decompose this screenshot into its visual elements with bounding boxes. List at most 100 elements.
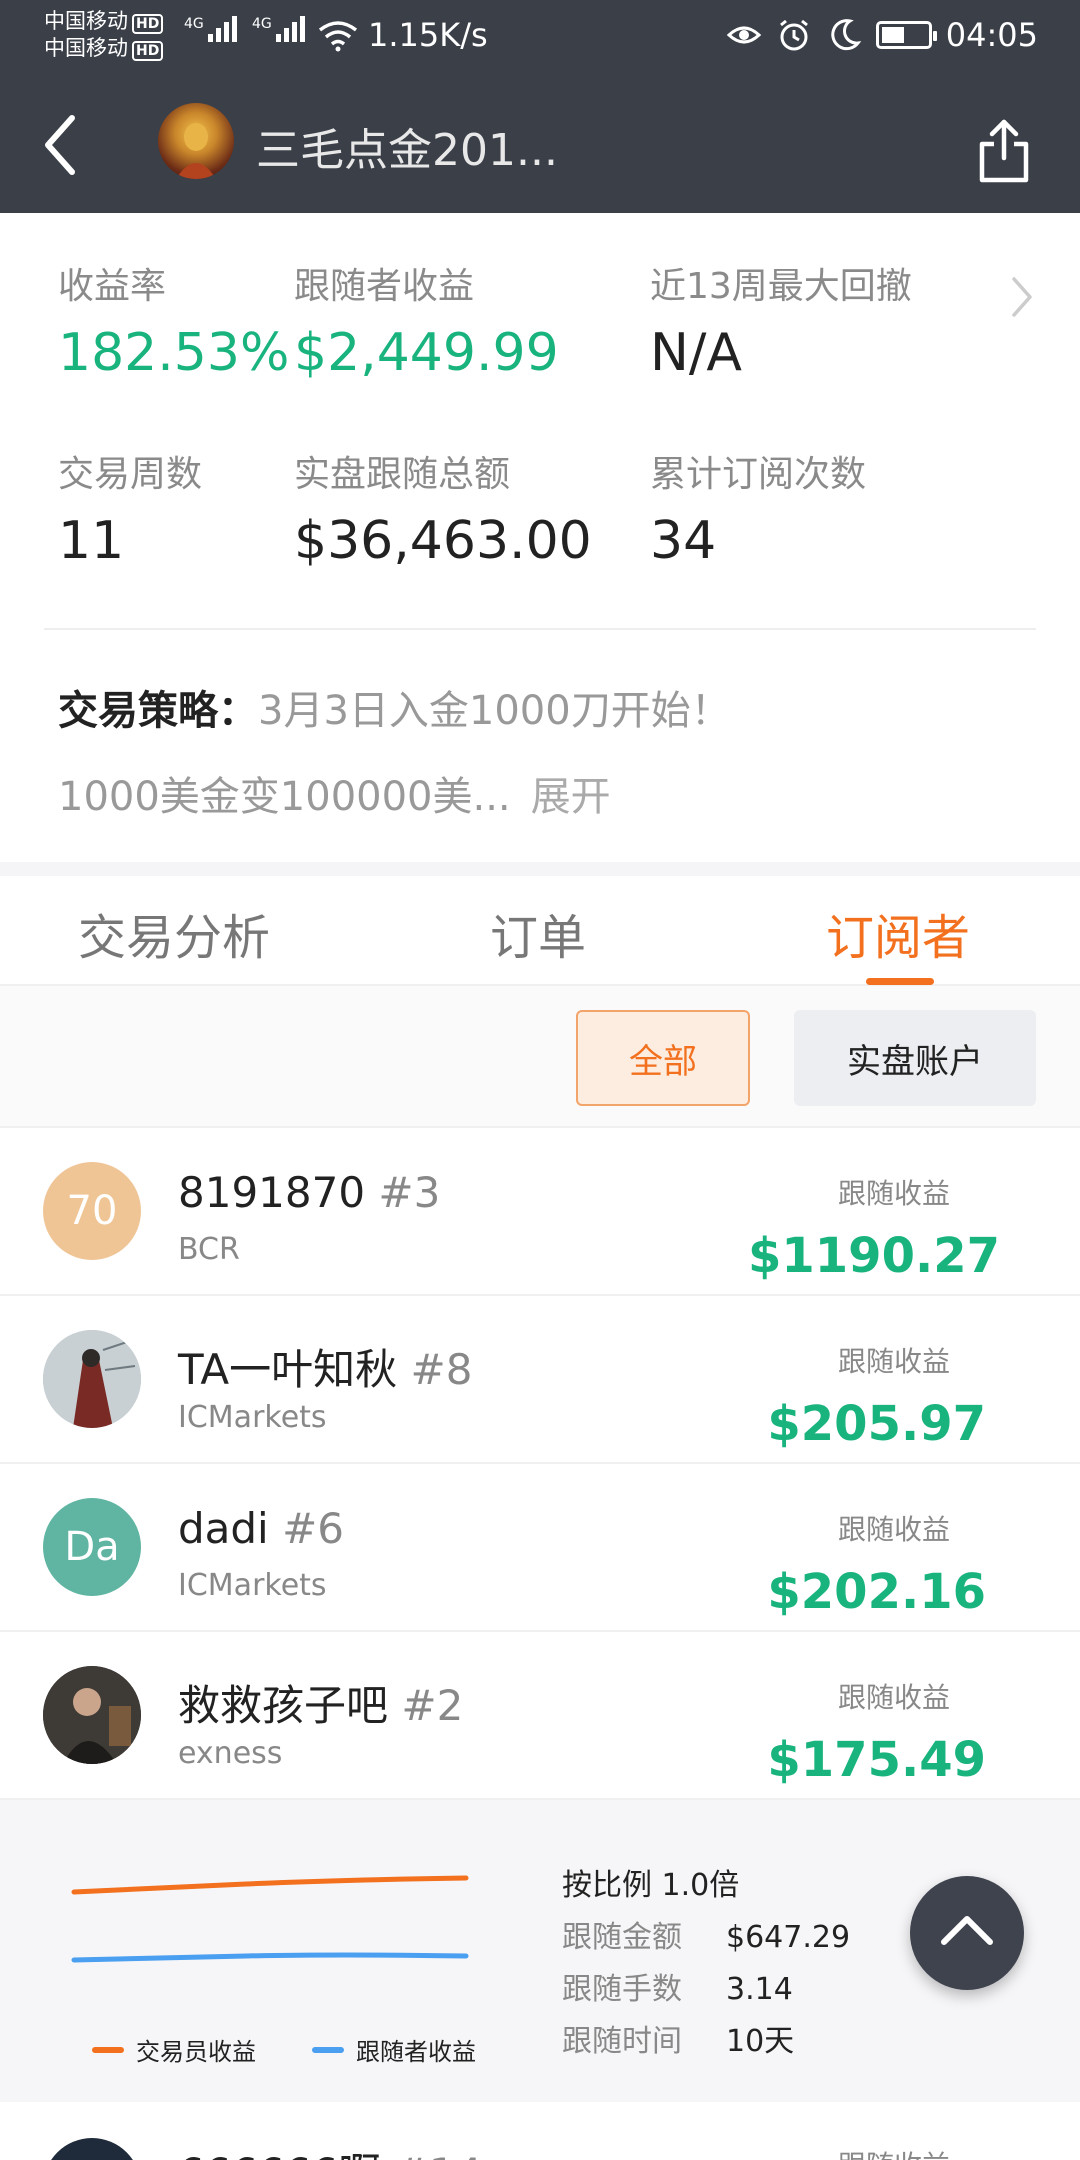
- follower-profit-line: [71, 1952, 469, 1963]
- stat-label: 跟随者收益: [294, 266, 475, 307]
- battery-icon: [875, 21, 937, 49]
- row-label: 跟随金额: [562, 1920, 682, 1955]
- tab-bar: 交易分析 订单 订阅者: [0, 876, 1080, 986]
- carrier-1: 中国移动: [44, 9, 128, 33]
- strategy-line-2: 1000美金变100000美...: [58, 774, 511, 820]
- status-bar: 中国移动 HD 中国移动 HD 4G 4G 1.15K/s 04:05: [0, 0, 1080, 75]
- row-value: 3.14: [726, 1972, 793, 2007]
- stat-value: 11: [58, 511, 125, 571]
- stat-label: 实盘跟随总额: [294, 454, 511, 495]
- legend-label: 交易员收益: [136, 2038, 256, 2066]
- tab-trade-analysis[interactable]: 交易分析: [78, 898, 270, 968]
- subscriber-rank: #3: [378, 1168, 441, 1217]
- avatar: 70: [43, 1162, 141, 1260]
- profit-value: $175.49: [767, 1732, 986, 1788]
- net-tag: 4G: [252, 16, 272, 32]
- stat-real-follow-total: 实盘跟随总额 $36,463.00: [294, 445, 592, 571]
- stat-label: 累计订阅次数: [650, 454, 867, 495]
- profit-label: 跟随收益: [837, 1513, 950, 1546]
- subscriber-name: 8191870 #3: [178, 1168, 440, 1217]
- clock: 04:05: [945, 16, 1038, 54]
- network-speed: 1.15K/s: [368, 16, 488, 54]
- stat-value: N/A: [650, 323, 742, 383]
- chevron-up-icon: [941, 1916, 993, 1945]
- share-icon[interactable]: [978, 118, 1030, 184]
- legend-label: 跟随者收益: [356, 2038, 476, 2066]
- tab-subscribers[interactable]: 订阅者: [826, 898, 970, 968]
- follow-amount-row: 跟随金额 $647.29: [562, 1912, 850, 1956]
- stat-value: $2,449.99: [294, 323, 559, 383]
- profit-label: 跟随收益: [837, 1681, 950, 1714]
- back-arrow-icon[interactable]: [40, 110, 84, 180]
- stat-return-rate: 收益率 182.53%: [58, 257, 289, 383]
- stat-subscriptions: 累计订阅次数 34: [650, 445, 866, 571]
- subscriber-row-partial[interactable]: 666666啊 #14 跟随收益: [0, 2104, 1080, 2160]
- legend-follower: 跟随者收益: [312, 2032, 476, 2067]
- stat-trade-weeks: 交易周数 11: [58, 445, 202, 571]
- stat-label: 收益率: [58, 266, 167, 307]
- stat-label: 交易周数: [58, 454, 203, 495]
- expand-link[interactable]: 展开: [531, 774, 611, 820]
- carrier-info: 中国移动 HD 中国移动 HD: [44, 8, 164, 62]
- row-value: $647.29: [726, 1920, 851, 1955]
- subscriber-name: 救救孩子吧 #2: [178, 1672, 463, 1733]
- strategy-label: 交易策略：: [58, 688, 258, 734]
- wifi-icon: [318, 21, 358, 52]
- trader-avatar[interactable]: [158, 103, 234, 179]
- subscriber-broker: exness: [178, 1736, 283, 1771]
- status-right: 04:05: [726, 16, 1038, 54]
- follow-ratio: 按比例 1.0倍: [562, 1868, 740, 1903]
- subscriber-broker: ICMarkets: [178, 1568, 327, 1603]
- follow-time-row: 跟随时间 10天: [562, 2016, 794, 2060]
- subscriber-broker: BCR: [178, 1232, 240, 1267]
- row-label: 跟随手数: [562, 1972, 682, 2007]
- tab-orders[interactable]: 订单: [490, 898, 586, 968]
- subscriber-rank: #6: [282, 1504, 345, 1553]
- subscriber-rank: #14: [394, 2149, 483, 2160]
- profit-value: $205.97: [767, 1396, 986, 1452]
- filter-real-account-button[interactable]: 实盘账户: [794, 1010, 1036, 1106]
- subscriber-name: TA一叶知秋 #8: [178, 1336, 472, 1397]
- stat-value: 34: [650, 511, 717, 571]
- stat-max-drawdown: 近13周最大回撤 N/A: [650, 257, 912, 383]
- strategy-text: 交易策略：3月3日入金1000刀开始！ 1000美金变100000美... 展开: [58, 668, 1038, 840]
- legend-trader: 交易员收益: [92, 2032, 256, 2067]
- chevron-right-icon[interactable]: [1008, 273, 1036, 321]
- subscriber-row[interactable]: Da dadi #6 ICMarkets 跟随收益 $202.16: [0, 1464, 1080, 1632]
- profit-value: $1190.27: [747, 1228, 1000, 1284]
- scroll-top-button[interactable]: [910, 1876, 1024, 1990]
- subscriber-row[interactable]: TA一叶知秋 #8 ICMarkets 跟随收益 $205.97: [0, 1296, 1080, 1464]
- subscriber-name: dadi #6: [178, 1504, 344, 1553]
- subscriber-rank: #2: [401, 1681, 464, 1730]
- net-tag: 4G: [184, 16, 204, 32]
- mini-profit-chart: [71, 1875, 469, 1963]
- stat-value: $36,463.00: [294, 511, 592, 571]
- row-label: 跟随时间: [562, 2024, 682, 2059]
- stat-value: 182.53%: [58, 323, 290, 383]
- hd-badge: HD: [132, 41, 164, 61]
- legend-swatch: [312, 2046, 344, 2053]
- subscriber-name-text: TA一叶知秋: [178, 1345, 398, 1394]
- subscriber-row[interactable]: 70 8191870 #3 BCR 跟随收益 $1190.27: [0, 1128, 1080, 1296]
- legend-swatch: [92, 2046, 124, 2053]
- row-value: 10天: [726, 2024, 795, 2059]
- eye-icon: [726, 26, 761, 44]
- subscriber-row[interactable]: 救救孩子吧 #2 exness 跟随收益 $175.49: [0, 1632, 1080, 1800]
- subscriber-name-text: 8191870: [178, 1168, 366, 1217]
- divider: [44, 628, 1036, 630]
- trader-title: 三毛点金201...: [256, 125, 558, 176]
- follow-lots-row: 跟随手数 3.14: [562, 1964, 793, 2008]
- subscriber-broker: ICMarkets: [178, 1400, 327, 1435]
- stat-follower-profit: 跟随者收益 $2,449.99: [294, 257, 559, 383]
- stats-panel: 收益率 182.53% 跟随者收益 $2,449.99 近13周最大回撤 N/A…: [0, 213, 1080, 863]
- tab-indicator: [866, 978, 934, 985]
- signal-2-icon: 4G: [252, 16, 308, 42]
- subscriber-name-text: dadi: [178, 1504, 269, 1553]
- avatar: [43, 1330, 141, 1428]
- carrier-2: 中国移动: [44, 36, 128, 60]
- subscriber-name-text: 救救孩子吧: [178, 1681, 389, 1730]
- profit-label: 跟随收益: [837, 1345, 950, 1378]
- strategy-line-1: 3月3日入金1000刀开始！: [258, 688, 731, 734]
- filter-all-button[interactable]: 全部: [576, 1010, 750, 1106]
- profit-value: $202.16: [767, 1564, 986, 1620]
